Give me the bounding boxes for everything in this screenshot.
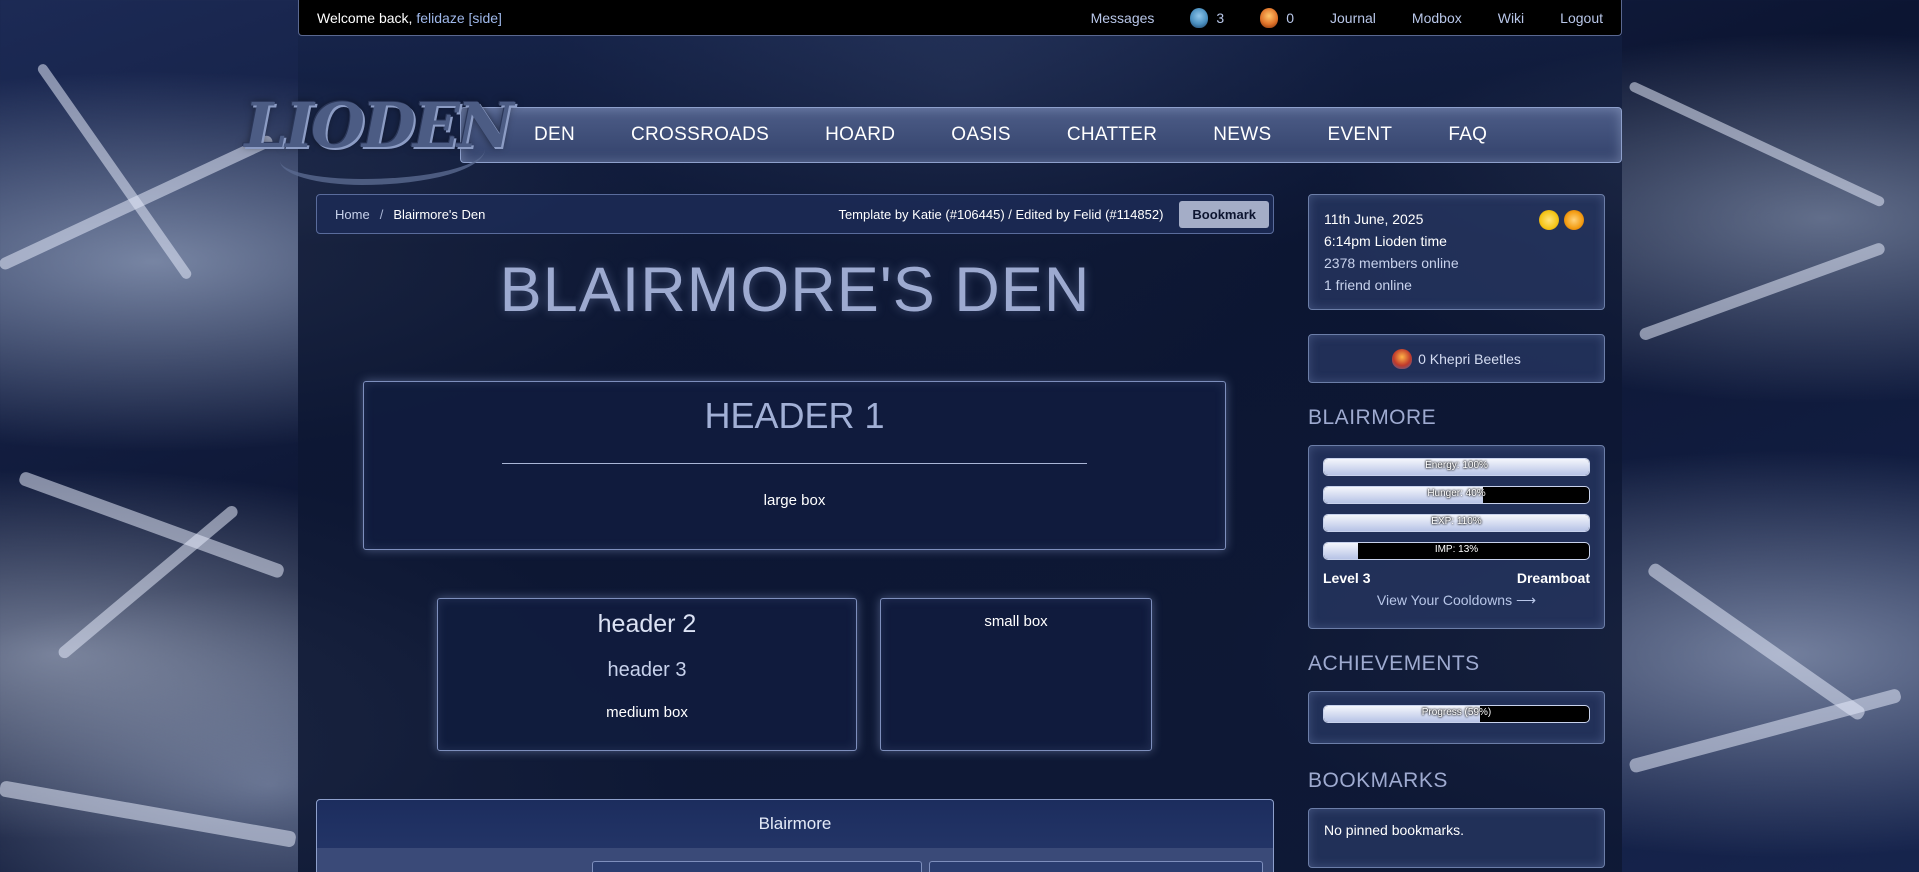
breadcrumb-current: Blairmore's Den bbox=[393, 206, 486, 222]
lion-name-heading: BLAIRMORE bbox=[1308, 406, 1437, 429]
large-box: HEADER 1 large box bbox=[363, 381, 1226, 550]
stat-bar: IMP: 13% bbox=[1323, 542, 1590, 560]
medium-box: header 2 header 3 medium box bbox=[437, 598, 857, 751]
stat-bar: Hunger: 40% bbox=[1323, 486, 1590, 504]
messages-link[interactable]: Messages bbox=[1091, 10, 1155, 26]
stat-bar: EXP: 110% bbox=[1323, 514, 1590, 532]
breadcrumb: Home / Blairmore's Den Template by Katie… bbox=[316, 194, 1274, 234]
stats-card: Energy: 100% Hunger: 40% EXP: 110% IMP: 13%… bbox=[1308, 445, 1605, 629]
bookmarks-empty-text: No pinned bookmarks. bbox=[1324, 822, 1465, 838]
breadcrumb-home[interactable]: Home bbox=[335, 207, 370, 222]
progress-label: Progress (59%) bbox=[1421, 707, 1492, 718]
welcome-text: Welcome back, felidaze [side] bbox=[317, 9, 502, 26]
time-info-card: 11th June, 2025 6:14pm Lioden time 2378 … bbox=[1308, 194, 1605, 310]
header-2: header 2 bbox=[597, 610, 697, 638]
nav-hoard[interactable]: HOARD bbox=[825, 124, 895, 146]
sun-icon bbox=[1539, 210, 1559, 230]
time-text: 6:14pm Lioden time bbox=[1324, 233, 1447, 249]
lion-panel: Blairmore bbox=[316, 799, 1274, 872]
header-3: header 3 bbox=[607, 659, 687, 681]
stat-bar-label: EXP: 110% bbox=[1431, 516, 1482, 527]
logout-link[interactable]: Logout bbox=[1560, 10, 1603, 26]
nav-news[interactable]: NEWS bbox=[1213, 124, 1271, 146]
orange-beetle-icon bbox=[1260, 7, 1279, 28]
small-box-text: small box bbox=[984, 613, 1048, 630]
blue-beetle-icon bbox=[1190, 7, 1209, 28]
nav-den[interactable]: DEN bbox=[534, 124, 575, 146]
lion-title: Dreamboat bbox=[1516, 570, 1590, 586]
nav-faq[interactable]: FAQ bbox=[1448, 124, 1487, 146]
header-1: HEADER 1 bbox=[704, 395, 885, 436]
stat-bar-label: IMP: 13% bbox=[1434, 544, 1479, 555]
journal-link[interactable]: Journal bbox=[1330, 10, 1376, 26]
main-nav: DEN CROSSROADS HOARD OASIS CHATTER NEWS … bbox=[460, 107, 1622, 163]
medium-box-text: medium box bbox=[606, 704, 688, 721]
bookmarks-card: No pinned bookmarks. bbox=[1308, 808, 1605, 868]
page-title: BLAIRMORE'S DEN bbox=[499, 255, 1091, 325]
khepri-beetle-icon bbox=[1392, 348, 1413, 369]
members-online[interactable]: 2378 members online bbox=[1324, 252, 1589, 274]
bookmarks-heading: BOOKMARKS bbox=[1308, 769, 1448, 792]
username-link[interactable]: felidaze [side] bbox=[416, 10, 502, 26]
beetles-counter[interactable]: 3 bbox=[1190, 7, 1224, 28]
top-bar: Welcome back, felidaze [side] Messages 3… bbox=[298, 0, 1622, 36]
bookmark-button[interactable]: Bookmark bbox=[1179, 200, 1269, 228]
achievements-card: Progress (59%) bbox=[1308, 691, 1605, 744]
cooldowns-link[interactable]: View Your Cooldowns ⟶ bbox=[1323, 592, 1590, 609]
sun-burst-icon bbox=[1564, 210, 1584, 230]
small-box: small box bbox=[880, 598, 1152, 751]
achievements-progress-bar[interactable]: Progress (59%) bbox=[1323, 705, 1590, 723]
stat-bar: Energy: 100% bbox=[1323, 458, 1590, 476]
bugs-counter[interactable]: 0 bbox=[1260, 7, 1294, 28]
khepri-beetles-card[interactable]: 0 Khepri Beetles bbox=[1308, 334, 1605, 383]
stat-bar-label: Hunger: 40% bbox=[1427, 488, 1486, 499]
template-credit: Template by Katie (#106445) / Edited by … bbox=[838, 206, 1164, 222]
friends-online[interactable]: 1 friend online bbox=[1324, 274, 1589, 296]
nav-chatter[interactable]: CHATTER bbox=[1067, 124, 1157, 146]
lion-panel-title: Blairmore bbox=[758, 814, 832, 833]
nav-crossroads[interactable]: CROSSROADS bbox=[631, 124, 769, 146]
achievements-heading: ACHIEVEMENTS bbox=[1308, 652, 1480, 675]
lion-panel-tab[interactable] bbox=[592, 861, 922, 872]
large-box-text: large box bbox=[763, 492, 826, 509]
nav-oasis[interactable]: OASIS bbox=[951, 124, 1011, 146]
wiki-link[interactable]: Wiki bbox=[1498, 10, 1524, 26]
stat-bar-label: Energy: 100% bbox=[1425, 460, 1488, 471]
divider bbox=[502, 463, 1087, 464]
modbox-link[interactable]: Modbox bbox=[1412, 10, 1462, 26]
lion-panel-tab[interactable] bbox=[929, 861, 1263, 872]
lioden-logo[interactable]: LIODEN bbox=[244, 60, 513, 190]
nav-event[interactable]: EVENT bbox=[1327, 124, 1392, 146]
breadcrumb-separator: / bbox=[379, 206, 384, 222]
level-text: Level 3 bbox=[1323, 570, 1371, 586]
